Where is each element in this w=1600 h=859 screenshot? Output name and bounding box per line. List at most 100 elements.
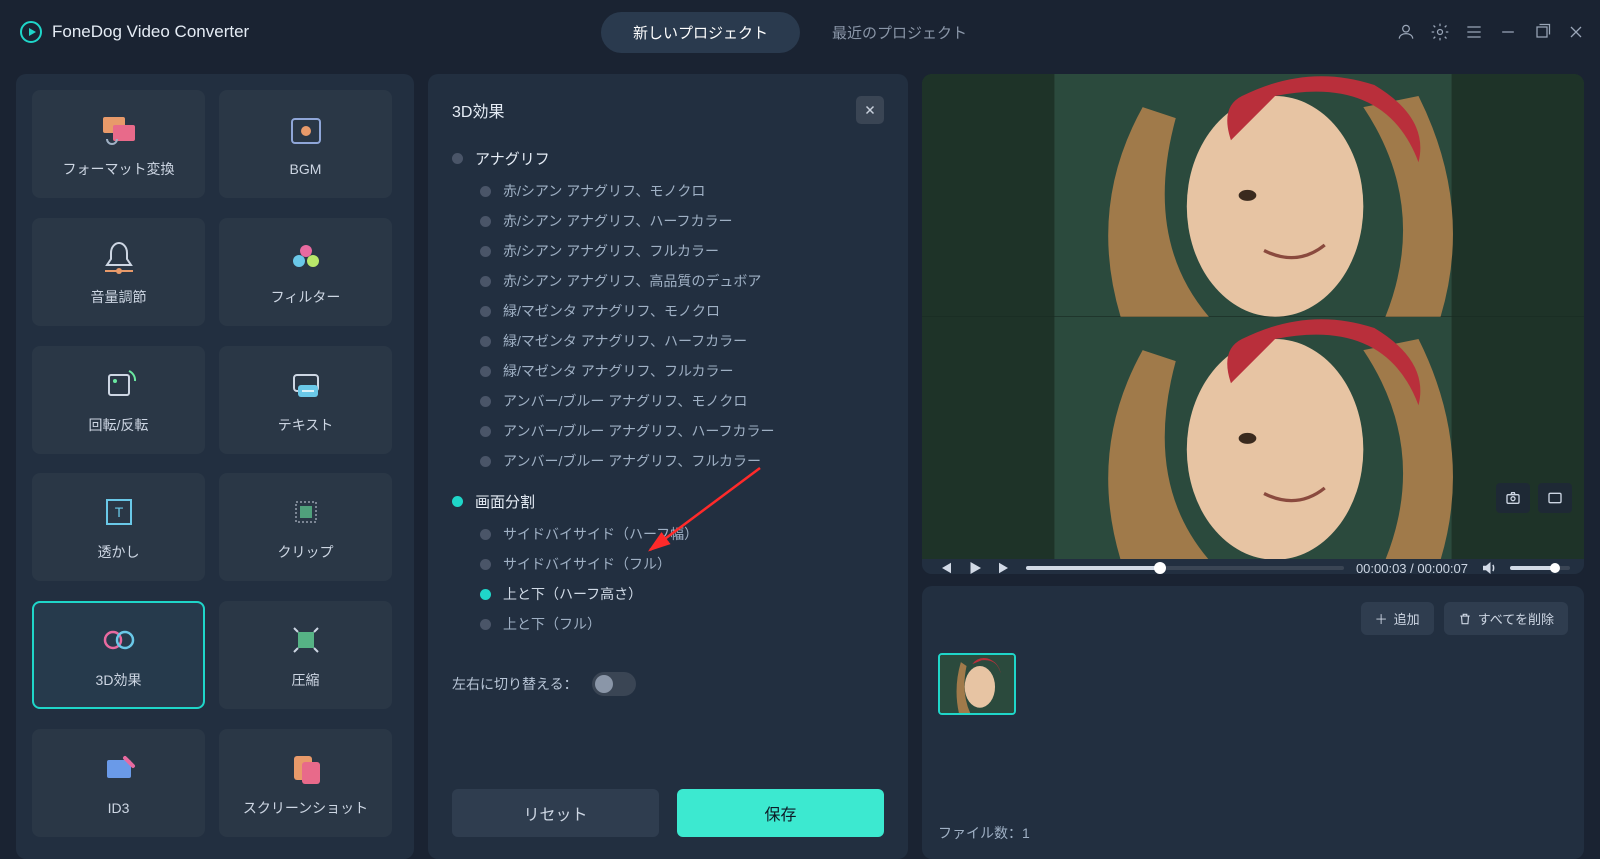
screenshot-icon xyxy=(284,748,328,788)
tool-volume[interactable]: 音量調節 xyxy=(32,218,205,326)
volume-icon xyxy=(97,237,141,277)
radio-icon xyxy=(480,529,491,540)
option-anaglyph-8[interactable]: アンバー/ブルー アナグリフ、ハーフカラー xyxy=(480,421,884,441)
3d-icon xyxy=(97,620,141,660)
option-split-0[interactable]: サイドバイサイド（ハーフ幅） xyxy=(480,524,884,544)
option-label: 赤/シアン アナグリフ、高品質のデュボア xyxy=(503,271,761,291)
account-icon[interactable] xyxy=(1396,22,1416,42)
radio-icon xyxy=(480,559,491,570)
compress-icon xyxy=(284,620,328,660)
option-anaglyph-5[interactable]: 緑/マゼンタ アナグリフ、ハーフカラー xyxy=(480,331,884,351)
tool-text[interactable]: テキスト xyxy=(219,346,392,454)
clip-icon xyxy=(284,492,328,532)
tool-bgm[interactable]: BGM xyxy=(219,90,392,198)
preview-top xyxy=(922,74,1584,317)
tool-watermark[interactable]: T 透かし xyxy=(32,473,205,581)
add-button[interactable]: ＋追加 xyxy=(1361,602,1434,635)
maximize-icon[interactable] xyxy=(1532,22,1552,42)
radio-icon xyxy=(480,306,491,317)
option-label: 赤/シアン アナグリフ、モノクロ xyxy=(503,181,705,201)
option-label: 緑/マゼンタ アナグリフ、モノクロ xyxy=(503,301,720,321)
volume-icon[interactable] xyxy=(1480,559,1498,574)
radio-icon xyxy=(480,276,491,287)
tool-id3[interactable]: ID3 xyxy=(32,729,205,837)
close-icon[interactable] xyxy=(1566,22,1586,42)
prev-button[interactable] xyxy=(936,559,954,574)
remove-all-button[interactable]: すべてを削除 xyxy=(1444,602,1568,635)
group-title: アナグリフ xyxy=(475,148,550,169)
tool-label: クリップ xyxy=(278,542,334,562)
radio-icon xyxy=(480,216,491,227)
swap-toggle[interactable] xyxy=(592,672,636,696)
tool-label: テキスト xyxy=(278,415,334,435)
tool-convert[interactable]: フォーマット変換 xyxy=(32,90,205,198)
option-split-3[interactable]: 上と下（フル） xyxy=(480,614,884,634)
queue-thumbnail[interactable] xyxy=(938,653,1016,715)
tool-label: 圧縮 xyxy=(292,670,320,690)
tool-label: スクリーンショット xyxy=(243,798,368,818)
scrubber[interactable] xyxy=(1026,566,1344,570)
radio-icon xyxy=(480,336,491,347)
option-label: 上と下（フル） xyxy=(503,614,601,634)
group-title: 画面分割 xyxy=(475,491,535,512)
settings-icon[interactable] xyxy=(1430,22,1450,42)
tool-label: ID3 xyxy=(108,800,130,816)
group-split-header[interactable]: 画面分割 xyxy=(452,491,884,512)
tab-recent-project[interactable]: 最近のプロジェクト xyxy=(800,12,999,53)
text-icon xyxy=(284,365,328,405)
option-label: サイドバイサイド（フル） xyxy=(503,554,671,574)
tab-new-project[interactable]: 新しいプロジェクト xyxy=(601,12,800,53)
group-anaglyph-header[interactable]: アナグリフ xyxy=(452,148,884,169)
playbar: 00:00:03 / 00:00:07 xyxy=(922,559,1584,574)
preview-bottom xyxy=(922,317,1584,560)
reset-button[interactable]: リセット xyxy=(452,789,659,837)
tool-clip[interactable]: クリップ xyxy=(219,473,392,581)
panel-close-button[interactable] xyxy=(856,96,884,124)
save-button[interactable]: 保存 xyxy=(677,789,884,837)
rotate-icon xyxy=(97,365,141,405)
watermark-icon: T xyxy=(97,492,141,532)
tool-screenshot[interactable]: スクリーンショット xyxy=(219,729,392,837)
queue-area: ＋追加 すべてを削除 ファイル数：1 xyxy=(922,586,1584,859)
option-anaglyph-9[interactable]: アンバー/ブルー アナグリフ、フルカラー xyxy=(480,451,884,471)
option-label: 赤/シアン アナグリフ、フルカラー xyxy=(503,241,719,261)
tool-label: BGM xyxy=(290,161,322,177)
option-label: 上と下（ハーフ高さ） xyxy=(503,584,642,604)
option-anaglyph-2[interactable]: 赤/シアン アナグリフ、フルカラー xyxy=(480,241,884,261)
app-title: FoneDog Video Converter xyxy=(52,22,249,42)
radio-icon xyxy=(480,396,491,407)
option-anaglyph-4[interactable]: 緑/マゼンタ アナグリフ、モノクロ xyxy=(480,301,884,321)
option-anaglyph-0[interactable]: 赤/シアン アナグリフ、モノクロ xyxy=(480,181,884,201)
tool-compress[interactable]: 圧縮 xyxy=(219,601,392,709)
radio-icon xyxy=(480,186,491,197)
preview-area: 00:00:03 / 00:00:07 xyxy=(922,74,1584,574)
tool-label: 音量調節 xyxy=(91,287,147,307)
radio-icon xyxy=(480,426,491,437)
option-anaglyph-6[interactable]: 緑/マゼンタ アナグリフ、フルカラー xyxy=(480,361,884,381)
next-button[interactable] xyxy=(996,559,1014,574)
option-split-1[interactable]: サイドバイサイド（フル） xyxy=(480,554,884,574)
radio-icon xyxy=(480,589,491,600)
option-anaglyph-7[interactable]: アンバー/ブルー アナグリフ、モノクロ xyxy=(480,391,884,411)
play-button[interactable] xyxy=(966,559,984,574)
tool-filter[interactable]: フィルター xyxy=(219,218,392,326)
radio-icon xyxy=(452,153,463,164)
option-label: サイドバイサイド（ハーフ幅） xyxy=(503,524,698,544)
snapshot-icon[interactable] xyxy=(1496,483,1530,513)
tool-label: 透かし xyxy=(98,542,140,562)
fullscreen-icon[interactable] xyxy=(1538,483,1572,513)
radio-icon xyxy=(480,366,491,377)
radio-icon xyxy=(480,619,491,630)
option-anaglyph-1[interactable]: 赤/シアン アナグリフ、ハーフカラー xyxy=(480,211,884,231)
effect-panel: 3D効果 アナグリフ 赤/シアン アナグリフ、モノクロ赤/シアン アナグリフ、ハ… xyxy=(428,74,908,859)
option-anaglyph-3[interactable]: 赤/シアン アナグリフ、高品質のデュボア xyxy=(480,271,884,291)
panel-title: 3D効果 xyxy=(452,98,504,122)
option-split-2[interactable]: 上と下（ハーフ高さ） xyxy=(480,584,884,604)
option-label: 赤/シアン アナグリフ、ハーフカラー xyxy=(503,211,733,231)
tool-rotate[interactable]: 回転/反転 xyxy=(32,346,205,454)
tool-3d[interactable]: 3D効果 xyxy=(32,601,205,709)
minimize-icon[interactable] xyxy=(1498,22,1518,42)
option-label: 緑/マゼンタ アナグリフ、フルカラー xyxy=(503,361,734,381)
volume-slider[interactable] xyxy=(1510,566,1570,570)
menu-icon[interactable] xyxy=(1464,22,1484,42)
